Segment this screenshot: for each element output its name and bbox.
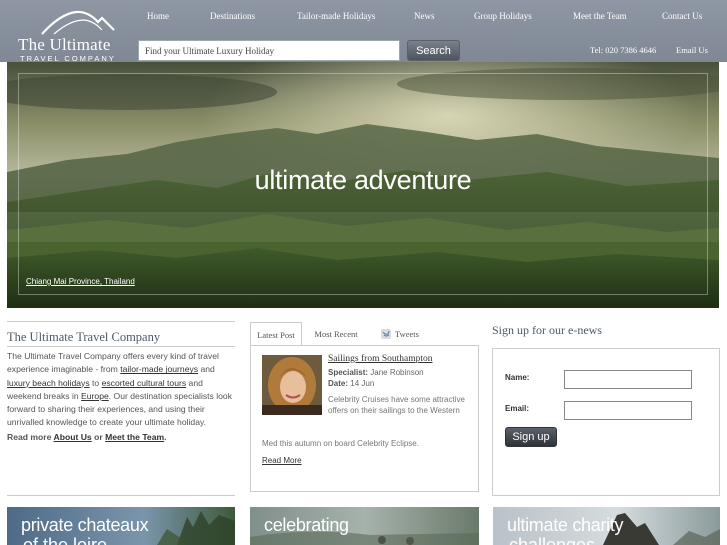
nav-destinations[interactable]: Destinations <box>210 11 255 21</box>
tab-tweets[interactable]: Tweets <box>370 322 430 346</box>
author-portrait-image <box>262 355 322 415</box>
intro-text-segment: to <box>89 377 102 388</box>
post-title-link[interactable]: Sailings from Southampton <box>328 354 433 364</box>
hero-headline: ultimate adventure <box>254 165 472 195</box>
promo-tile-title: celebrating <box>264 515 349 535</box>
read-more-link[interactable]: Read More <box>262 456 302 465</box>
promo-tile-charity[interactable]: ultimate charity challenges <box>493 507 720 545</box>
name-field[interactable] <box>564 370 692 389</box>
nav-news[interactable]: News <box>414 11 435 21</box>
intro-text-segment: and <box>198 364 215 375</box>
promo-tile-subtitle: of the loire <box>23 535 108 545</box>
luxury-beach-link[interactable]: luxury beach holidays <box>7 378 90 388</box>
post-date: Date: 14 Jun <box>328 379 374 388</box>
divider <box>7 495 235 496</box>
nav-home[interactable]: Home <box>147 11 169 21</box>
intro-paragraph: The Ultimate Travel Company offers every… <box>7 350 239 430</box>
twitter-bird-icon <box>381 329 392 339</box>
logo-name: The Ultimate <box>18 35 111 54</box>
promo-tile-subtitle: challenges <box>509 535 596 545</box>
tailor-made-link[interactable]: tailor-made journeys <box>120 364 198 374</box>
intro-title: The Ultimate Travel Company <box>7 330 161 344</box>
date-label: Date: <box>328 379 349 388</box>
about-us-link[interactable]: About Us <box>54 432 92 442</box>
sign-up-button[interactable]: Sign up <box>505 427 557 447</box>
hero-banner: ultimate adventure Chiang Mai Province, … <box>7 62 719 308</box>
read-more-prefix: Read more <box>7 432 54 442</box>
promo-tile-title: private chateaux <box>21 515 149 535</box>
meet-the-team-link[interactable]: Meet the Team <box>105 432 164 442</box>
search-input[interactable] <box>138 40 400 61</box>
tab-most-recent[interactable]: Most Recent <box>307 322 365 346</box>
post-excerpt-continued: Med this autumn on board Celebrity Eclip… <box>262 439 419 448</box>
promo-tile-chateaux[interactable]: private chateaux of the loire <box>7 507 235 545</box>
newsletter-title: Sign up for our e-news <box>492 323 602 337</box>
divider <box>7 346 235 347</box>
nav-contact-us[interactable]: Contact Us <box>662 11 702 21</box>
hero-location-caption[interactable]: Chiang Mai Province, Thailand <box>26 277 135 286</box>
search-button[interactable]: Search <box>407 40 460 61</box>
promo-tile-title: ultimate charity <box>507 515 624 535</box>
site-header: The Ultimate TRAVEL COMPANY Home Destina… <box>0 0 727 63</box>
post-author-photo <box>262 355 322 415</box>
telephone-number: Tel: 020 7386 4646 <box>590 45 657 55</box>
name-label: Name: <box>505 373 530 382</box>
specialist-name: Jane Robinson <box>370 368 424 377</box>
latest-post-panel: Sailings from Southampton Specialist: Ja… <box>250 345 479 492</box>
specialist-label: Specialist: <box>328 368 369 377</box>
nav-meet-the-team[interactable]: Meet the Team <box>573 11 627 21</box>
divider <box>7 321 235 322</box>
nav-group-holidays[interactable]: Group Holidays <box>474 11 532 21</box>
read-more-or: or <box>91 432 106 442</box>
promo-tile-celebrating[interactable]: celebrating <box>250 507 479 545</box>
intro-read-more: Read more About Us or Meet the Team. <box>7 432 167 442</box>
europe-link[interactable]: Europe <box>81 391 109 401</box>
post-specialist: Specialist: Jane Robinson <box>328 368 424 377</box>
email-field[interactable] <box>564 401 692 420</box>
main-nav: Home Destinations Tailor-made Holidays N… <box>0 11 727 25</box>
read-more-end: . <box>164 432 167 442</box>
escorted-cultural-link[interactable]: escorted cultural tours <box>102 378 187 388</box>
post-excerpt: Celebrity Cruises have some attractive o… <box>328 395 465 415</box>
tab-tweets-label: Tweets <box>395 329 419 339</box>
tab-latest-post[interactable]: Latest Post <box>250 322 302 346</box>
date-value: 14 Jun <box>350 379 375 388</box>
email-us-link[interactable]: Email Us <box>676 45 708 55</box>
blog-widget: Latest Post Most Recent Tweets Sailings … <box>250 322 479 492</box>
email-label: Email: <box>505 404 530 413</box>
newsletter-form: Name: Email: Sign up <box>492 348 720 496</box>
nav-tailor-made-holidays[interactable]: Tailor-made Holidays <box>297 11 375 21</box>
